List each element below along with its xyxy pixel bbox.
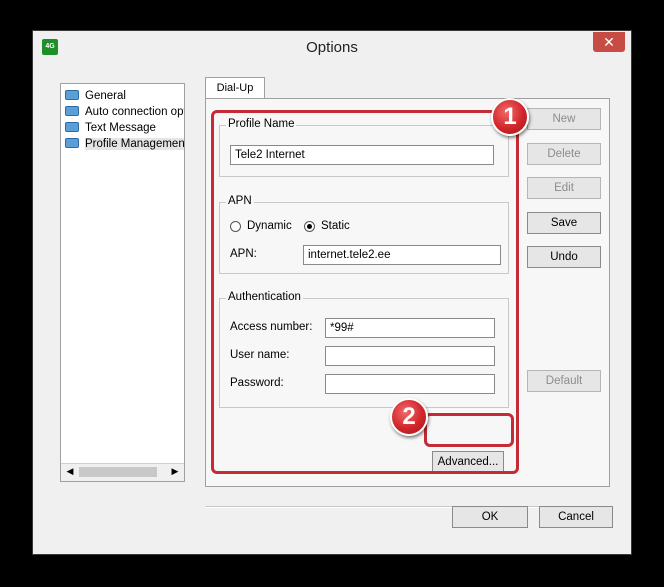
scroll-left-arrow-icon[interactable]: ◀ xyxy=(63,466,77,477)
callout-badge-2: 2 xyxy=(390,398,428,436)
ok-button[interactable]: OK xyxy=(452,506,528,528)
undo-button[interactable]: Undo xyxy=(527,246,601,268)
cancel-button[interactable]: Cancel xyxy=(539,506,613,528)
folder-open-icon xyxy=(65,138,79,148)
tree-item-profile-management[interactable]: Profile Management xyxy=(65,136,184,152)
folder-icon xyxy=(65,106,79,116)
default-button[interactable]: Default xyxy=(527,370,601,392)
tree-item-text-message[interactable]: Text Message xyxy=(65,120,156,136)
tree-item-label: Profile Management xyxy=(85,138,184,150)
tree-horizontal-scrollbar[interactable]: ◀ ▶ xyxy=(61,463,184,481)
tab-dial-up[interactable]: Dial-Up xyxy=(205,77,265,99)
folder-icon xyxy=(65,122,79,132)
tree-item-auto-connection[interactable]: Auto connection opti xyxy=(65,104,185,120)
options-tree[interactable]: General Auto connection opti Text Messag… xyxy=(60,83,185,482)
save-button[interactable]: Save xyxy=(527,212,601,234)
callout-box-advanced xyxy=(424,413,514,447)
tree-item-general[interactable]: General xyxy=(65,88,126,104)
tree-item-label: General xyxy=(85,90,126,102)
delete-button[interactable]: Delete xyxy=(527,143,601,165)
scrollbar-thumb[interactable] xyxy=(79,467,157,477)
tree-item-label: Auto connection opti xyxy=(85,106,185,118)
callout-badge-1: 1 xyxy=(491,98,529,136)
folder-icon xyxy=(65,90,79,100)
edit-button[interactable]: Edit xyxy=(527,177,601,199)
scroll-right-arrow-icon[interactable]: ▶ xyxy=(168,466,182,477)
new-button[interactable]: New xyxy=(527,108,601,130)
tree-item-label: Text Message xyxy=(85,122,156,134)
window-title: Options xyxy=(306,39,358,56)
title-bar[interactable]: 4G Options ✕ xyxy=(33,31,631,63)
options-dialog: 4G Options ✕ General Auto connection opt… xyxy=(32,30,632,555)
close-button[interactable]: ✕ xyxy=(593,32,625,52)
